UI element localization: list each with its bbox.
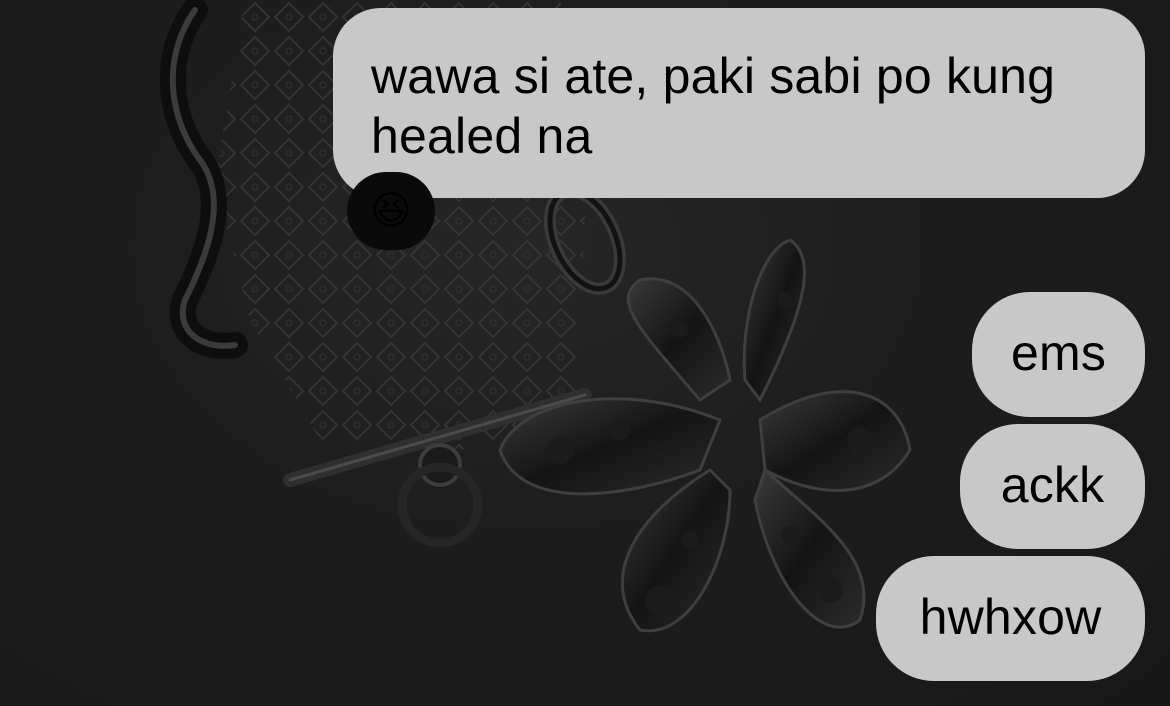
received-message-bubble[interactable]: wawa si ate, paki sabi po kung healed na	[333, 8, 1145, 198]
laughing-emoji-icon: 😆	[370, 189, 412, 233]
sent-message-bubble[interactable]: hwhxow	[876, 556, 1145, 681]
sent-message-text: ackk	[1000, 457, 1105, 513]
received-message-text: wawa si ate, paki sabi po kung healed na	[371, 48, 1056, 164]
tapback-reaction-badge[interactable]: 😆	[347, 172, 435, 250]
sent-message-bubble[interactable]: ems	[972, 292, 1145, 417]
sent-message-bubble[interactable]: ackk	[960, 424, 1145, 549]
chat-screen: wawa si ate, paki sabi po kung healed na…	[0, 0, 1170, 706]
sent-message-text: ems	[1010, 325, 1107, 381]
sent-message-text: hwhxow	[919, 589, 1102, 645]
